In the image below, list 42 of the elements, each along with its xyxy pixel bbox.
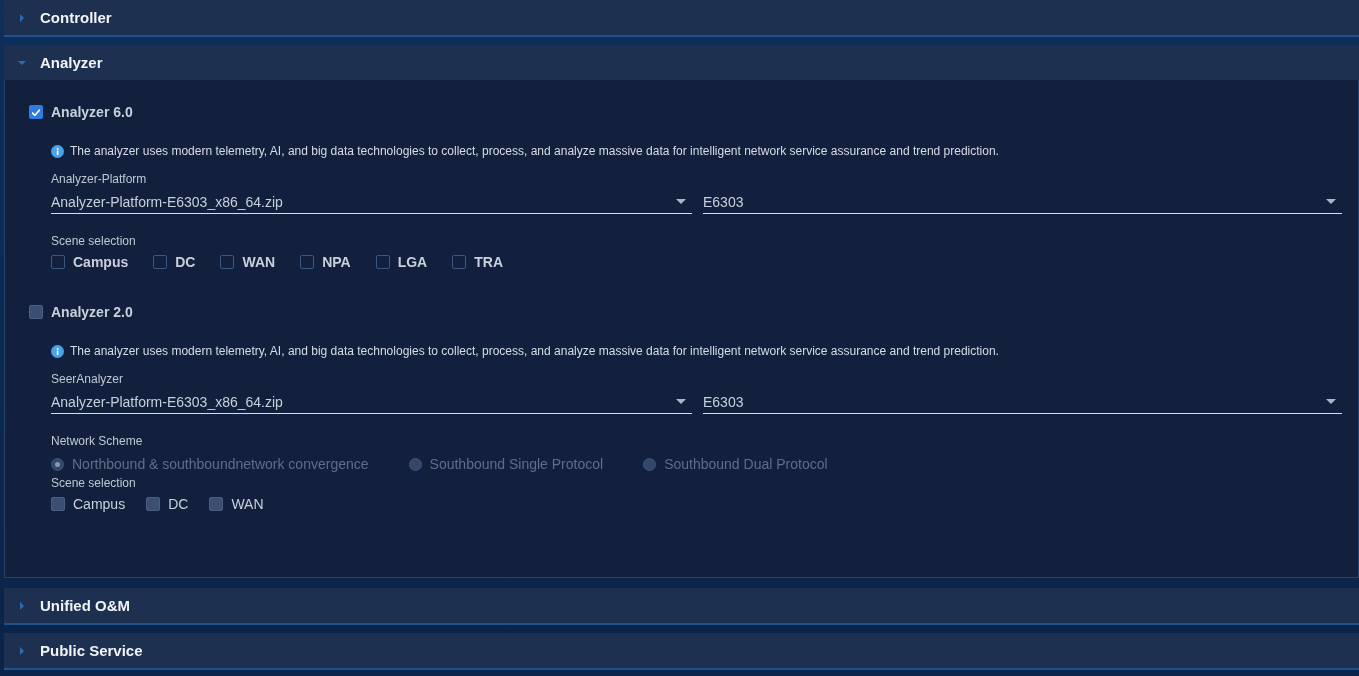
field-label: SeerAnalyzer [51, 372, 125, 386]
field-label: Analyzer-Platform [51, 172, 148, 186]
checkbox[interactable] [51, 255, 65, 269]
checkbox-label: TRA [474, 254, 503, 270]
section-header[interactable]: Unified O&M [4, 588, 1359, 623]
checkbox-label: Campus [73, 496, 126, 512]
caret-right-icon [18, 13, 26, 22]
field-label: Scene selection [51, 476, 137, 490]
caret-down-icon [1326, 399, 1336, 404]
info-icon [51, 344, 64, 358]
package-dropdown[interactable]: Analyzer-Platform-E6303_x86_64.zip [51, 190, 692, 214]
checkbox[interactable] [300, 255, 315, 269]
product-label: Analyzer 6.0 [51, 104, 133, 120]
checkbox-label: DC [168, 496, 189, 512]
caret-down-icon [1326, 199, 1336, 204]
info-icon [51, 144, 64, 158]
section-header[interactable]: Public Service [4, 633, 1359, 668]
checkbox-label: Campus [73, 254, 129, 270]
checkbox-label: DC [175, 254, 196, 270]
checkbox-label: WAN [242, 254, 276, 270]
field-label: Scene selection [51, 234, 137, 248]
info-text: The analyzer uses modern telemetry, AI, and big data technologies to collect, process, and analyze massive data for intelligent network service assurance and trend prediction. [70, 344, 999, 358]
checkbox[interactable] [153, 255, 168, 269]
checkbox-label: NPA [322, 254, 351, 270]
checkbox-label: LGA [397, 254, 428, 270]
section-header[interactable]: Analyzer [4, 45, 1359, 80]
checkbox[interactable] [375, 255, 390, 269]
version-dropdown[interactable]: E6303 [703, 190, 1342, 214]
check-icon [32, 108, 40, 116]
caret-down-icon [676, 399, 686, 404]
checkbox[interactable] [452, 255, 467, 269]
caret-down-icon [18, 58, 26, 67]
caret-down-icon [676, 199, 686, 204]
checkbox-label: WAN [231, 496, 264, 512]
checkbox[interactable] [220, 255, 235, 269]
product-label: Analyzer 2.0 [51, 304, 133, 320]
info-text: The analyzer uses modern telemetry, AI, and big data technologies to collect, process, and analyze massive data for intelligent network service assurance and trend prediction. [70, 144, 999, 158]
field-label: Network Scheme [51, 434, 144, 448]
checkbox[interactable] [29, 105, 43, 119]
caret-right-icon [18, 646, 26, 655]
section-header[interactable]: Controller [4, 0, 1359, 35]
caret-right-icon [18, 601, 26, 610]
